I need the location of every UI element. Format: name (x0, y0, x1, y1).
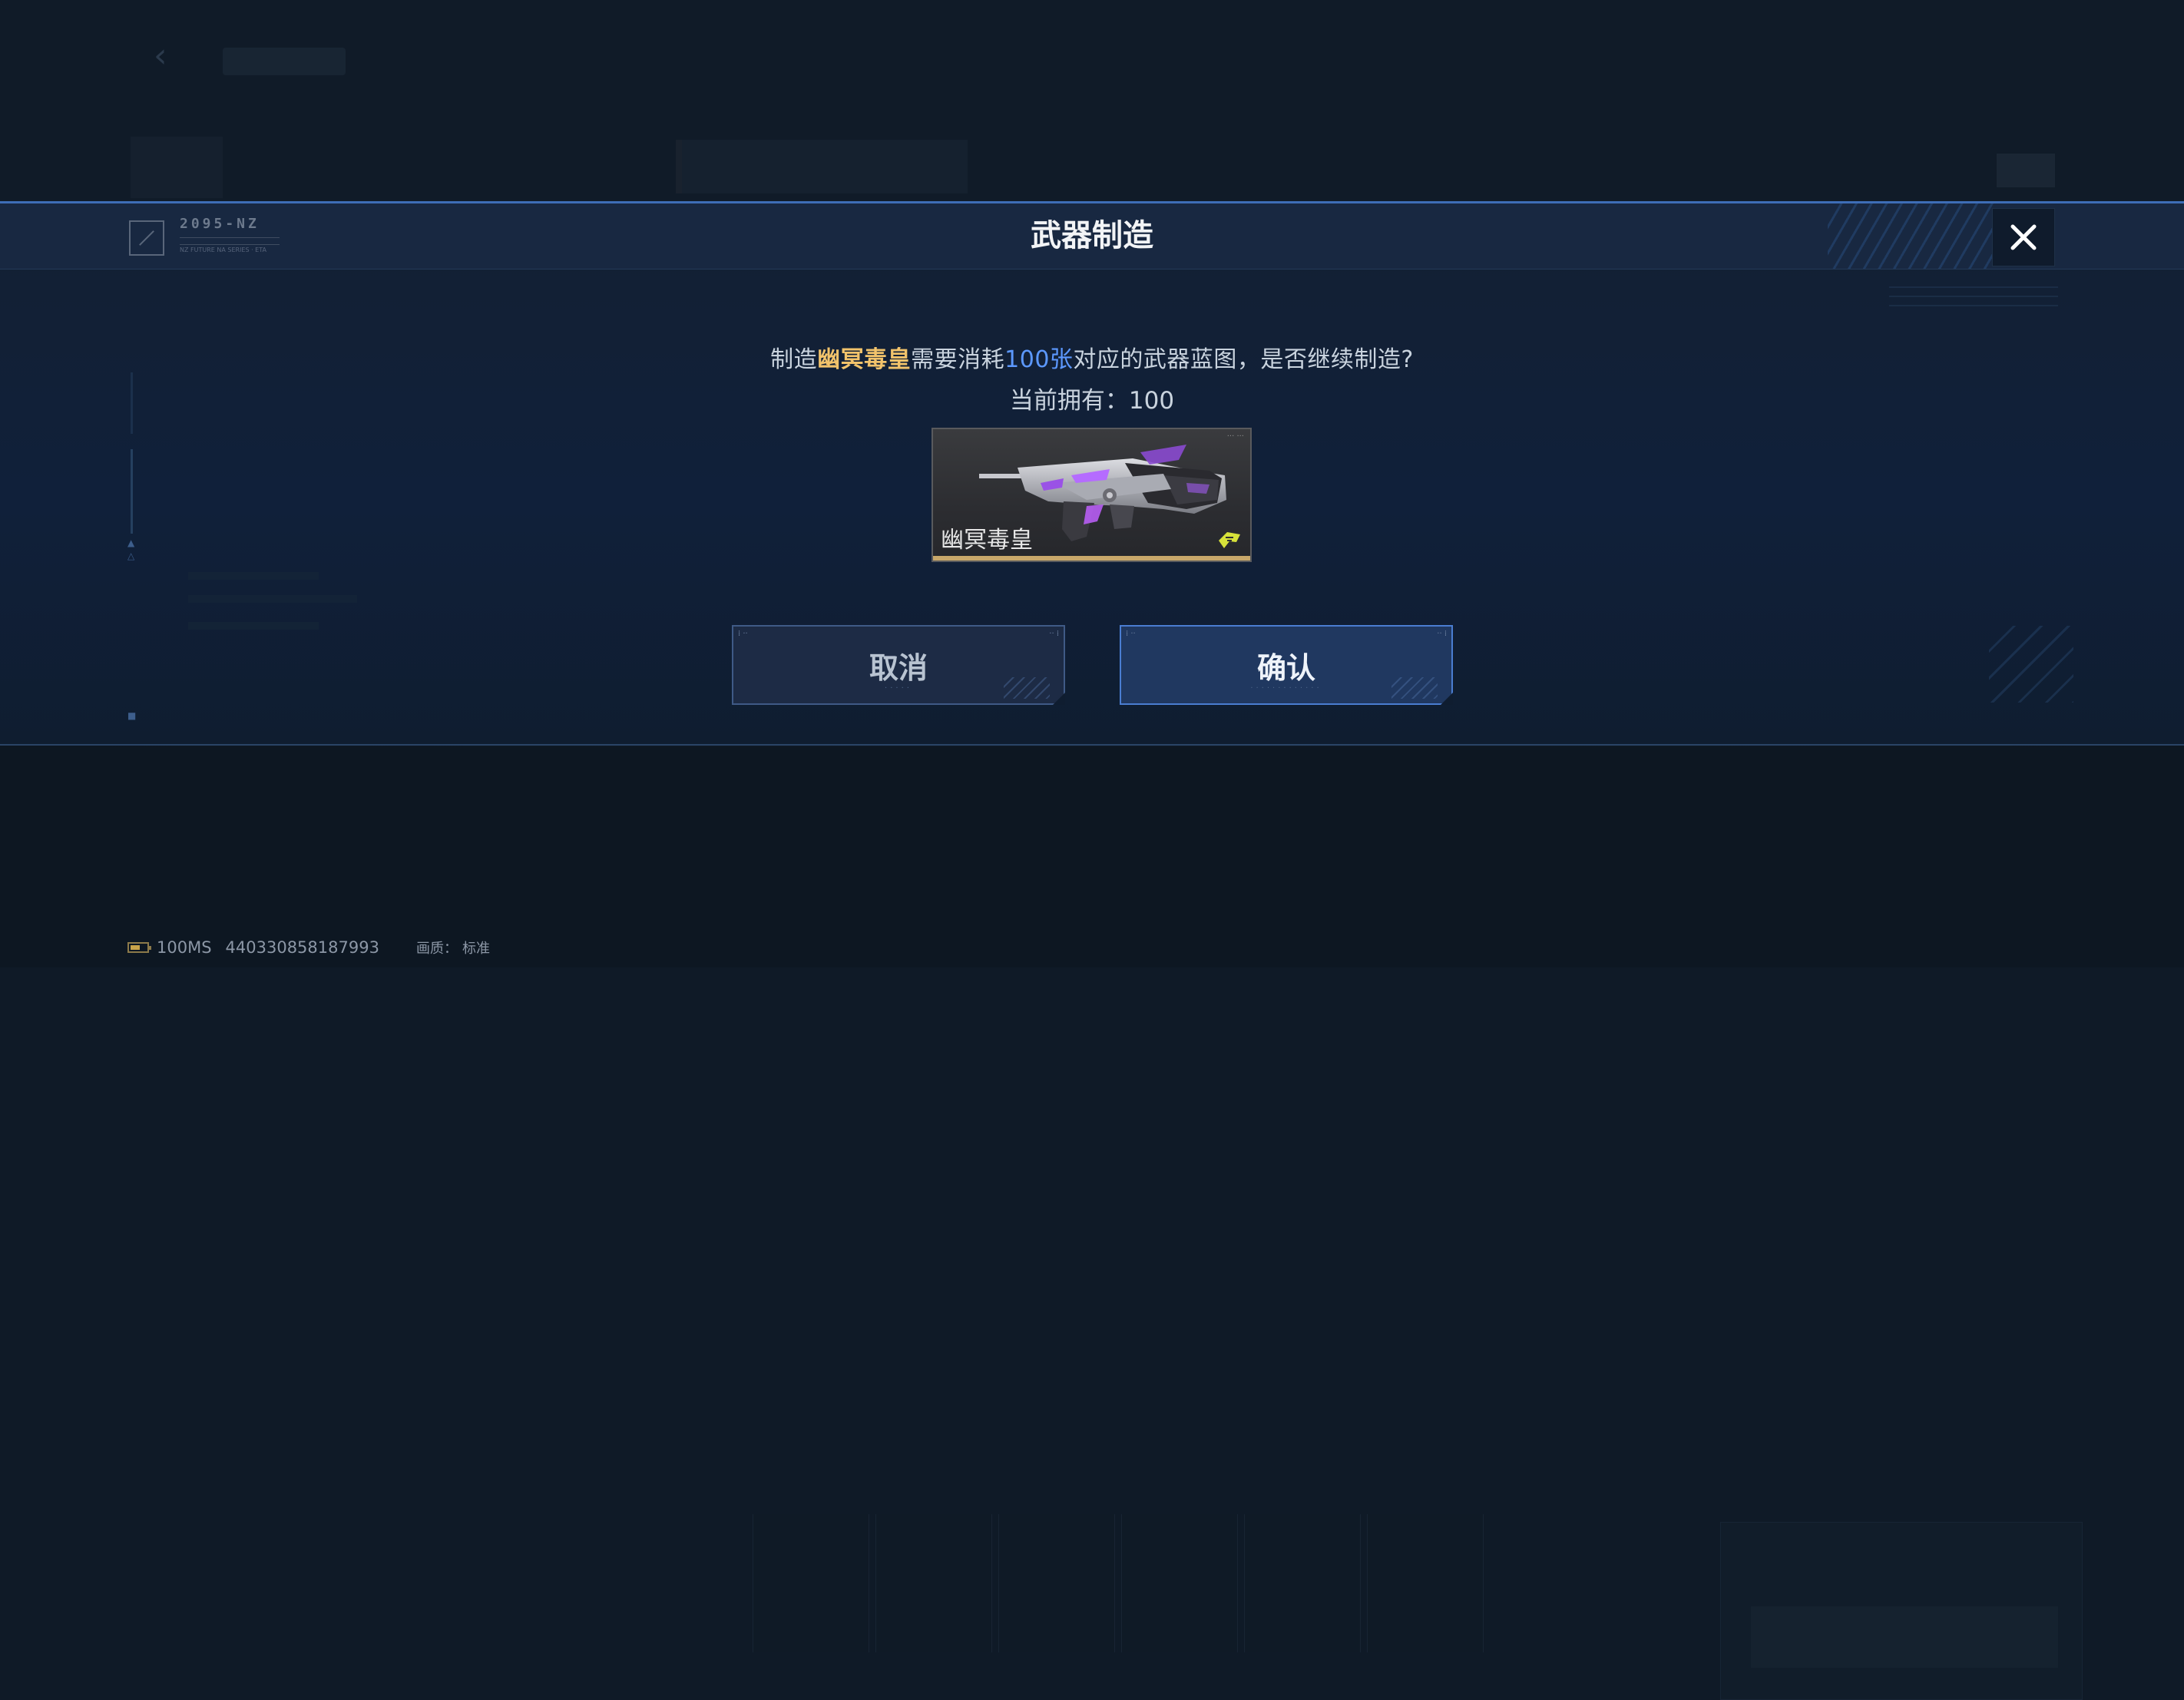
background-slot (1367, 1514, 1484, 1652)
weapon-craft-dialog: 2095-NZ NZ FUTURE NA SERIES · ETA 武器制造 ▲… (0, 201, 2184, 746)
craft-confirm-message: 制造幽冥毒皇需要消耗100张对应的武器蓝图，是否继续制造? (0, 340, 2184, 374)
player-uid: 440330858187993 (225, 938, 379, 957)
button-corner-notch (1053, 693, 1065, 705)
left-decoration-rail: ▲ △ ■ (127, 372, 136, 741)
back-arrow-icon: ‹ (154, 36, 167, 75)
background-text-ghost (188, 572, 319, 580)
message-blueprint-count: 100张 (1004, 346, 1074, 373)
right-stripes-decoration (1989, 626, 2073, 703)
message-suffix: 对应的武器蓝图，是否继续制造? (1073, 346, 1414, 373)
confirm-button-label: 确认 (1256, 650, 1315, 685)
weapon-card: ··· ··· 幽冥毒皇 (932, 428, 1252, 562)
background-right-button (1751, 1606, 2058, 1668)
background-weapon-card (131, 137, 223, 198)
owned-count: 当前拥有：100 (0, 381, 2184, 415)
dialog-header: 2095-NZ NZ FUTURE NA SERIES · ETA 武器制造 (0, 203, 2184, 270)
cancel-button[interactable]: ⁞ ·· ·· ⁞ ····· 取消 (732, 625, 1065, 705)
weapon-card-name: 幽冥毒皇 (941, 527, 1033, 554)
background-top-area: ‹ (0, 0, 2184, 201)
rarity-bar (933, 556, 1250, 561)
button-corner-notch (1441, 693, 1453, 705)
header-decoration (1828, 203, 1997, 269)
confirm-button[interactable]: ⁞ ·· ·· ⁞ ············· 确认 (1120, 625, 1453, 705)
status-bar: 100MS 440330858187993 画质： 标准 (127, 938, 490, 957)
message-weapon-name: 幽冥毒皇 (817, 346, 912, 373)
background-slot (875, 1514, 992, 1652)
rarity-badge-icon (1219, 532, 1240, 548)
card-tag: ··· ··· (1226, 432, 1244, 441)
quality-value: 标准 (462, 941, 490, 957)
message-prefix: 制造 (770, 346, 818, 373)
background-page-title (223, 48, 346, 75)
background-slot (998, 1514, 1115, 1652)
battery-icon (127, 942, 151, 953)
owned-label: 当前拥有： (1009, 387, 1129, 415)
right-decoration (1889, 286, 2058, 332)
background-top-button (1997, 154, 2055, 187)
ping-value: 100MS (157, 938, 212, 957)
quality-label: 画质： (415, 941, 458, 957)
close-button[interactable] (1992, 208, 2055, 266)
background-bottom-area (0, 746, 2184, 1700)
close-icon (2010, 224, 2037, 250)
owned-value: 100 (1128, 387, 1175, 415)
message-middle: 需要消耗 (911, 346, 1005, 373)
background-slot (753, 1514, 869, 1652)
background-weapon-title (676, 140, 968, 193)
cancel-button-label: 取消 (869, 650, 928, 685)
background-slot (1121, 1514, 1238, 1652)
background-text-ghost (188, 595, 357, 603)
background-slot (1244, 1514, 1361, 1652)
background-text-ghost (188, 622, 319, 630)
